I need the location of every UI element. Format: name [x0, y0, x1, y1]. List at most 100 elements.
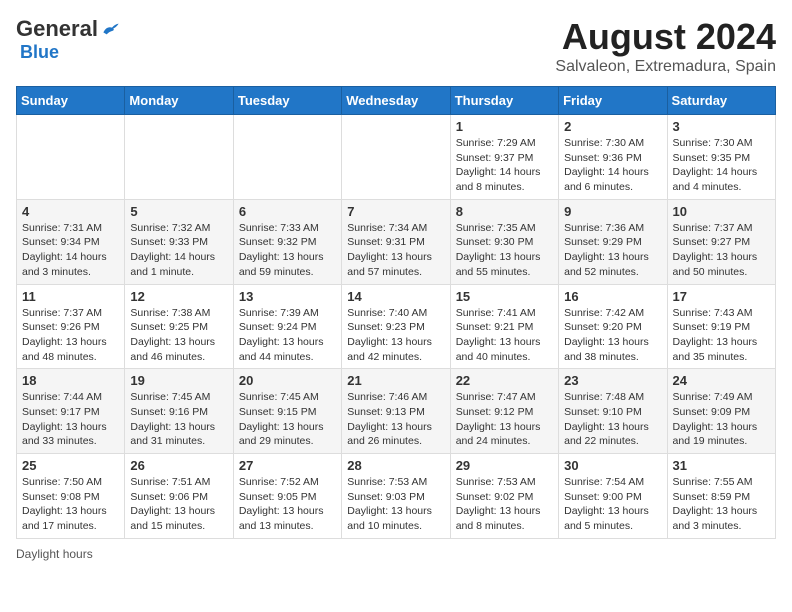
day-info: Sunrise: 7:53 AM Sunset: 9:03 PM Dayligh… — [347, 475, 444, 534]
day-info: Sunrise: 7:55 AM Sunset: 8:59 PM Dayligh… — [673, 475, 770, 534]
calendar-cell: 16 Sunrise: 7:42 AM Sunset: 9:20 PM Dayli… — [559, 284, 667, 369]
day-number: 24 — [673, 373, 770, 388]
day-number: 12 — [130, 289, 227, 304]
calendar-week-row: 1 Sunrise: 7:29 AM Sunset: 9:37 PM Daylig… — [17, 115, 776, 200]
calendar-cell — [342, 115, 450, 200]
day-number: 10 — [673, 204, 770, 219]
day-info: Sunrise: 7:53 AM Sunset: 9:02 PM Dayligh… — [456, 475, 553, 534]
day-info: Sunrise: 7:30 AM Sunset: 9:35 PM Dayligh… — [673, 136, 770, 195]
day-number: 30 — [564, 458, 661, 473]
day-info: Sunrise: 7:41 AM Sunset: 9:21 PM Dayligh… — [456, 306, 553, 365]
day-number: 6 — [239, 204, 336, 219]
day-number: 31 — [673, 458, 770, 473]
calendar-cell: 13Sunrise: 7:39 AM Sunset: 9:24 PM Dayli… — [233, 284, 341, 369]
day-info: Sunrise: 7:37 AM Sunset: 9:27 PM Dayligh… — [673, 221, 770, 280]
day-number: 15 — [456, 289, 553, 304]
day-number: 18 — [22, 373, 119, 388]
day-number: 20 — [239, 373, 336, 388]
day-info: Sunrise: 7:30 AM Sunset: 9:36 PM Dayligh… — [564, 136, 661, 195]
header: General Blue August 2024 Salvaleon, Extr… — [16, 16, 776, 76]
calendar-cell: 24Sunrise: 7:49 AM Sunset: 9:09 PM Dayli… — [667, 369, 775, 454]
day-info: Sunrise: 7:45 AM Sunset: 9:16 PM Dayligh… — [130, 390, 227, 449]
day-info: Sunrise: 7:31 AM Sunset: 9:34 PM Dayligh… — [22, 221, 119, 280]
day-info: Sunrise: 7:54 AM Sunset: 9:00 PM Dayligh… — [564, 475, 661, 534]
calendar-week-row: 25Sunrise: 7:50 AM Sunset: 9:08 PM Dayli… — [17, 454, 776, 539]
calendar-cell: 11Sunrise: 7:37 AM Sunset: 9:26 PM Dayli… — [17, 284, 125, 369]
calendar-cell: 18 Sunrise: 7:44 AM Sunset: 9:17 PM Dayli… — [17, 369, 125, 454]
day-number: 11 — [22, 289, 119, 304]
calendar-cell: 8Sunrise: 7:35 AM Sunset: 9:30 PM Daylig… — [450, 199, 558, 284]
calendar-cell — [233, 115, 341, 200]
calendar-cell: 21 Sunrise: 7:46 AM Sunset: 9:13 PM Dayli… — [342, 369, 450, 454]
day-number: 27 — [239, 458, 336, 473]
day-of-week-header: Thursday — [450, 87, 558, 115]
day-number: 4 — [22, 204, 119, 219]
calendar-cell: 31 Sunrise: 7:55 AM Sunset: 8:59 PM Dayli… — [667, 454, 775, 539]
day-number: 5 — [130, 204, 227, 219]
calendar-cell: 6 Sunrise: 7:33 AM Sunset: 9:32 PM Daylig… — [233, 199, 341, 284]
calendar-header: SundayMondayTuesdayWednesdayThursdayFrid… — [17, 87, 776, 115]
calendar-cell: 5 Sunrise: 7:32 AM Sunset: 9:33 PM Daylig… — [125, 199, 233, 284]
days-of-week-row: SundayMondayTuesdayWednesdayThursdayFrid… — [17, 87, 776, 115]
logo-bird-icon — [100, 19, 120, 39]
day-number: 25 — [22, 458, 119, 473]
calendar-cell — [17, 115, 125, 200]
logo-general-text: General — [16, 16, 98, 42]
calendar-cell: 23Sunrise: 7:48 AM Sunset: 9:10 PM Dayli… — [559, 369, 667, 454]
calendar-cell: 9 Sunrise: 7:36 AM Sunset: 9:29 PM Daylig… — [559, 199, 667, 284]
calendar-cell: 20 Sunrise: 7:45 AM Sunset: 9:15 PM Dayli… — [233, 369, 341, 454]
calendar-cell: 25Sunrise: 7:50 AM Sunset: 9:08 PM Dayli… — [17, 454, 125, 539]
calendar-week-row: 18 Sunrise: 7:44 AM Sunset: 9:17 PM Dayli… — [17, 369, 776, 454]
calendar-body: 1 Sunrise: 7:29 AM Sunset: 9:37 PM Daylig… — [17, 115, 776, 539]
day-info: Sunrise: 7:45 AM Sunset: 9:15 PM Dayligh… — [239, 390, 336, 449]
day-number: 14 — [347, 289, 444, 304]
calendar-week-row: 11Sunrise: 7:37 AM Sunset: 9:26 PM Dayli… — [17, 284, 776, 369]
day-number: 22 — [456, 373, 553, 388]
calendar-cell — [125, 115, 233, 200]
calendar-cell: 26Sunrise: 7:51 AM Sunset: 9:06 PM Dayli… — [125, 454, 233, 539]
day-info: Sunrise: 7:36 AM Sunset: 9:29 PM Dayligh… — [564, 221, 661, 280]
day-info: Sunrise: 7:52 AM Sunset: 9:05 PM Dayligh… — [239, 475, 336, 534]
calendar-cell: 4 Sunrise: 7:31 AM Sunset: 9:34 PM Daylig… — [17, 199, 125, 284]
calendar-cell: 17Sunrise: 7:43 AM Sunset: 9:19 PM Dayli… — [667, 284, 775, 369]
day-info: Sunrise: 7:42 AM Sunset: 9:20 PM Dayligh… — [564, 306, 661, 365]
main-title: August 2024 — [555, 16, 776, 58]
day-of-week-header: Saturday — [667, 87, 775, 115]
day-info: Sunrise: 7:29 AM Sunset: 9:37 PM Dayligh… — [456, 136, 553, 195]
day-number: 16 — [564, 289, 661, 304]
day-number: 7 — [347, 204, 444, 219]
day-number: 1 — [456, 119, 553, 134]
calendar-cell: 7 Sunrise: 7:34 AM Sunset: 9:31 PM Daylig… — [342, 199, 450, 284]
calendar-week-row: 4 Sunrise: 7:31 AM Sunset: 9:34 PM Daylig… — [17, 199, 776, 284]
subtitle: Salvaleon, Extremadura, Spain — [555, 58, 776, 76]
daylight-hours-label: Daylight hours — [16, 547, 93, 561]
day-of-week-header: Wednesday — [342, 87, 450, 115]
day-number: 9 — [564, 204, 661, 219]
day-info: Sunrise: 7:32 AM Sunset: 9:33 PM Dayligh… — [130, 221, 227, 280]
day-info: Sunrise: 7:47 AM Sunset: 9:12 PM Dayligh… — [456, 390, 553, 449]
day-info: Sunrise: 7:46 AM Sunset: 9:13 PM Dayligh… — [347, 390, 444, 449]
calendar-cell: 3 Sunrise: 7:30 AM Sunset: 9:35 PM Daylig… — [667, 115, 775, 200]
day-number: 21 — [347, 373, 444, 388]
calendar-cell: 2Sunrise: 7:30 AM Sunset: 9:36 PM Daylig… — [559, 115, 667, 200]
calendar-cell: 22 Sunrise: 7:47 AM Sunset: 9:12 PM Dayli… — [450, 369, 558, 454]
calendar-cell: 28Sunrise: 7:53 AM Sunset: 9:03 PM Dayli… — [342, 454, 450, 539]
day-info: Sunrise: 7:34 AM Sunset: 9:31 PM Dayligh… — [347, 221, 444, 280]
day-number: 13 — [239, 289, 336, 304]
day-number: 8 — [456, 204, 553, 219]
footer: Daylight hours — [16, 547, 776, 561]
day-of-week-header: Sunday — [17, 87, 125, 115]
calendar-cell: 10 Sunrise: 7:37 AM Sunset: 9:27 PM Dayli… — [667, 199, 775, 284]
calendar-cell: 14Sunrise: 7:40 AM Sunset: 9:23 PM Dayli… — [342, 284, 450, 369]
day-number: 19 — [130, 373, 227, 388]
calendar-table: SundayMondayTuesdayWednesdayThursdayFrid… — [16, 86, 776, 539]
day-number: 17 — [673, 289, 770, 304]
title-area: August 2024 Salvaleon, Extremadura, Spai… — [555, 16, 776, 76]
day-number: 3 — [673, 119, 770, 134]
day-of-week-header: Friday — [559, 87, 667, 115]
day-info: Sunrise: 7:33 AM Sunset: 9:32 PM Dayligh… — [239, 221, 336, 280]
day-info: Sunrise: 7:44 AM Sunset: 9:17 PM Dayligh… — [22, 390, 119, 449]
calendar-cell: 1 Sunrise: 7:29 AM Sunset: 9:37 PM Daylig… — [450, 115, 558, 200]
logo-blue-text: Blue — [20, 42, 59, 63]
day-of-week-header: Monday — [125, 87, 233, 115]
